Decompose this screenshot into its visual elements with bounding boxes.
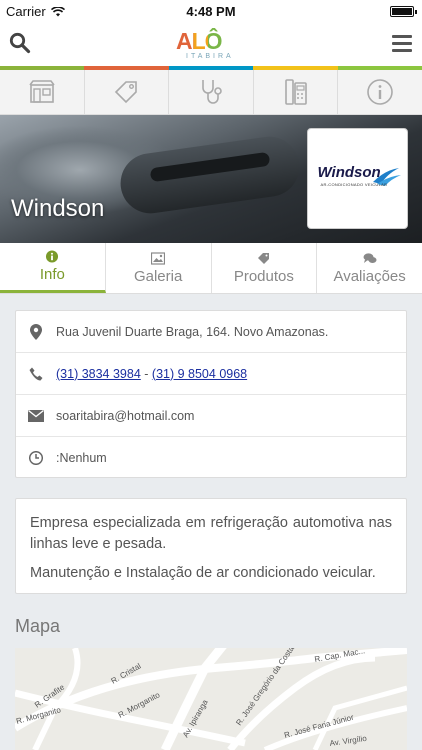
app-header: ALÔ ITABIRA [0, 24, 422, 66]
tab-produtos[interactable]: Produtos [212, 243, 318, 293]
phone-link-2[interactable]: (31) 9 8504 0968 [152, 367, 247, 381]
logo-subtitle: ITABIRA [186, 53, 234, 60]
category-info[interactable] [338, 70, 422, 114]
address-text: Rua Juvenil Duarte Braga, 164. Novo Amaz… [56, 324, 329, 339]
tab-info[interactable]: Info [0, 243, 106, 293]
phone-row: (31) 3834 3984 - (31) 9 8504 0968 [16, 353, 406, 395]
location-map[interactable]: R. Grafite R. Cristal R. Morganito R. Mo… [15, 648, 407, 750]
phone-icon [284, 79, 307, 105]
price-tag-icon [115, 81, 138, 104]
map-streets: R. Grafite R. Cristal R. Morganito R. Mo… [15, 648, 407, 750]
tab-avaliacoes[interactable]: Avaliações [317, 243, 422, 293]
logo-text: Windson [317, 163, 381, 181]
phone-separator: - [140, 366, 152, 381]
comments-icon [363, 252, 377, 263]
clock-icon [29, 451, 43, 465]
tab-galeria-label: Galeria [133, 267, 183, 285]
email-row: soaritabira@hotmail.com [16, 395, 406, 437]
street-label: Av. Virgílio [329, 734, 368, 748]
hours-text: :Nenhum [56, 451, 107, 465]
street-label: R. Morganito [117, 690, 162, 720]
clock: 4:48 PM [186, 4, 236, 19]
business-name: Windson [11, 195, 105, 222]
business-logo: Windson AR-CONDICIONADO VEICULAR [307, 128, 408, 229]
status-bar: Carrier 4:48 PM [0, 0, 422, 24]
app-logo: ALÔ ITABIRA [176, 26, 248, 64]
category-shops[interactable] [0, 70, 85, 114]
search-icon [9, 32, 31, 54]
address-row: Rua Juvenil Duarte Braga, 164. Novo Amaz… [16, 311, 406, 353]
detail-tabs: Info Galeria Produtos Avaliações [0, 243, 422, 294]
battery-icon [390, 6, 417, 17]
logo-wordmark: ALÔ [176, 28, 223, 54]
stethoscope-icon [202, 80, 222, 104]
info-icon [367, 79, 393, 105]
search-button[interactable] [9, 32, 33, 56]
tab-avaliacoes-label: Avaliações [333, 267, 406, 285]
phone-icon [29, 367, 43, 380]
tab-info-label: Info [39, 266, 65, 283]
info-icon [46, 250, 59, 263]
category-health[interactable] [169, 70, 254, 114]
envelope-icon [28, 409, 44, 422]
business-hero: Windson Windson AR-CONDICIONADO VEICULAR [0, 115, 422, 243]
category-phones[interactable] [254, 70, 339, 114]
store-icon [29, 80, 55, 103]
tab-galeria[interactable]: Galeria [106, 243, 212, 293]
description-paragraph: Manutenção e Instalação de ar condiciona… [30, 565, 376, 581]
tag-icon [257, 252, 269, 264]
contact-info-card: Rua Juvenil Duarte Braga, 164. Novo Amaz… [15, 310, 407, 478]
tab-produtos-label: Produtos [233, 267, 294, 285]
image-icon [151, 251, 166, 265]
hamburger-menu-icon[interactable] [392, 35, 412, 52]
hours-row: :Nenhum [16, 437, 406, 479]
map-section-title: Mapa [15, 616, 61, 636]
phone-link-1[interactable]: (31) 3834 3984 [56, 367, 141, 381]
logo-subtext: AR-CONDICIONADO VEICULAR [320, 181, 388, 187]
email-text[interactable]: soaritabira@hotmail.com [56, 409, 194, 423]
description-paragraph: Empresa especializada em refrigeração au… [30, 515, 392, 552]
category-bar [0, 70, 422, 115]
map-marker-icon [30, 323, 42, 340]
category-offers[interactable] [85, 70, 170, 114]
description-card: Empresa especializada em refrigeração au… [15, 498, 407, 594]
